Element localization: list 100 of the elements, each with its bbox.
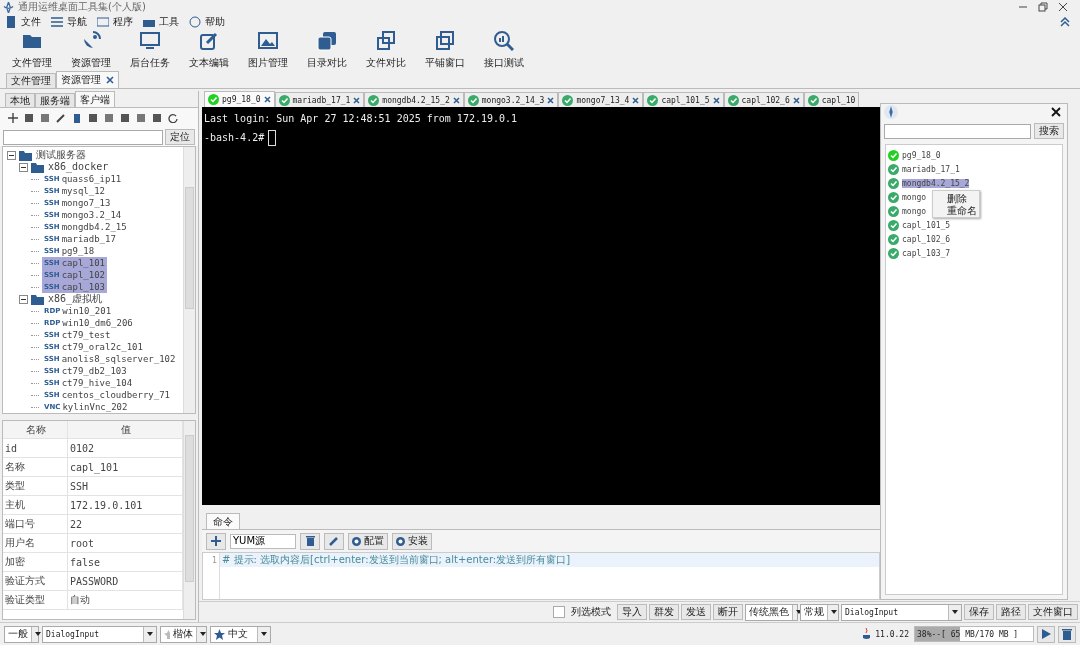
menu-item[interactable]: 删除	[947, 192, 967, 206]
terminal-tab[interactable]: capl_10	[803, 92, 860, 107]
collapse-icon[interactable]	[1060, 17, 1070, 27]
toolbar-button[interactable]: 群发	[649, 604, 679, 620]
document-tab[interactable]: 资源管理	[56, 71, 119, 88]
session-item[interactable]: capl_101_5	[902, 220, 951, 230]
edit-button[interactable]	[324, 532, 344, 550]
close-icon[interactable]	[1058, 2, 1068, 12]
menu-item[interactable]: 导航	[48, 14, 90, 30]
toolbar-button[interactable]: 文件对比	[356, 30, 415, 70]
star-icon	[214, 628, 225, 640]
collapse-toggle-icon[interactable]	[7, 150, 16, 160]
radio-icon	[396, 536, 405, 546]
terminal-tab[interactable]: mongdb4.2_15_2	[364, 92, 464, 107]
command-button[interactable]: 配置	[348, 532, 388, 550]
table-cell: id	[3, 439, 68, 457]
toolbar-button[interactable]: 资源管理	[61, 30, 120, 70]
close-icon[interactable]	[263, 96, 271, 103]
document-tab[interactable]: 文件管理	[6, 73, 56, 88]
session-item[interactable]: mongo	[902, 206, 927, 216]
tree-item[interactable]: x86_docker	[47, 161, 110, 173]
terminal-text: Last login: Sun Apr 27 12:48:51 2025 from 172.19.0.1	[204, 113, 518, 124]
toolbar-button[interactable]: 保存	[964, 604, 994, 620]
terminal-tab[interactable]: mongo7_13_4	[558, 92, 644, 107]
toolbar-button[interactable]: 导入	[617, 604, 647, 620]
restore-icon[interactable]	[1038, 2, 1048, 12]
font-dropdown[interactable]: DialogInput	[42, 625, 157, 643]
close-icon[interactable]	[1051, 107, 1061, 117]
search-button[interactable]: 搜索	[1034, 123, 1064, 139]
pencil-icon	[329, 536, 339, 546]
command-name-field[interactable]: YUM源	[230, 533, 296, 549]
terminal-tab[interactable]: pg9_18_0	[204, 91, 275, 107]
scrollbar[interactable]	[183, 147, 195, 413]
play-button[interactable]	[1037, 625, 1055, 643]
toolbar-button[interactable]: 目录对比	[297, 30, 356, 70]
font-style-dropdown[interactable]: 楷体	[160, 625, 207, 643]
session-item[interactable]: pg9_18_0	[902, 150, 941, 160]
check-circle-icon	[208, 94, 219, 105]
session-item[interactable]: mongdb4.2_15_2	[902, 178, 970, 188]
panel-tab[interactable]: 服务端	[35, 93, 75, 107]
collapse-toggle-icon[interactable]	[19, 162, 28, 172]
command-button[interactable]: 安装	[392, 532, 432, 550]
toolbar-button[interactable]: 平铺窗口	[415, 30, 474, 70]
font-dropdown[interactable]: DialogInput	[841, 603, 962, 621]
app-logo-icon	[884, 105, 898, 119]
collapse-toggle-icon[interactable]	[19, 294, 28, 304]
check-circle-icon	[467, 94, 479, 106]
command-tab[interactable]: 命令	[206, 513, 240, 529]
session-item[interactable]: capl_102_6	[902, 234, 951, 244]
tree-item[interactable]: 测试服务器	[35, 149, 87, 161]
terminal-tab[interactable]: mongo3.2_14_3	[463, 92, 559, 107]
menu-item[interactable]: 帮助	[186, 14, 228, 30]
style-dropdown[interactable]: 常规	[800, 603, 839, 621]
refresh-icon[interactable]	[168, 113, 178, 123]
checkbox[interactable]	[553, 606, 565, 618]
terminal-tab[interactable]: capl_102_6	[723, 92, 804, 107]
trash-icon	[305, 536, 315, 546]
locate-button[interactable]: 定位	[165, 129, 195, 145]
close-icon[interactable]	[106, 76, 114, 84]
add-button[interactable]	[206, 532, 226, 550]
toolbar-button[interactable]: 文本编辑	[179, 30, 238, 70]
session-item[interactable]: capl_103_7	[902, 248, 951, 258]
chart-search-icon	[493, 30, 514, 51]
menu-item[interactable]: 文件	[2, 14, 44, 30]
pencil-icon[interactable]	[56, 113, 66, 123]
toolbar-button[interactable]: 文件管理	[2, 30, 61, 70]
level-dropdown[interactable]: 一般	[4, 625, 39, 643]
checkbox-label: 列选模式	[571, 605, 611, 619]
session-item[interactable]: mongo	[902, 192, 927, 202]
toolbar-button[interactable]: 接口测试	[474, 30, 533, 70]
scrollbar[interactable]	[183, 421, 195, 619]
trash-icon[interactable]	[72, 113, 82, 123]
menu-item[interactable]: 重命名	[947, 204, 977, 218]
toolbar-button[interactable]: 文件窗口	[1028, 604, 1078, 620]
toolbar-button[interactable]: 后台任务	[120, 30, 179, 70]
trash-button[interactable]	[1058, 625, 1076, 643]
language-dropdown[interactable]: 中文	[210, 625, 271, 643]
plus-icon[interactable]	[8, 113, 18, 123]
tree-item[interactable]: x86_虚拟机	[47, 293, 104, 305]
menu-item[interactable]: 工具	[140, 14, 182, 30]
toolbar-button[interactable]: 断开	[713, 604, 743, 620]
toolbar-button[interactable]: 发送	[681, 604, 711, 620]
terminal-tab[interactable]: capl_101_5	[643, 92, 724, 107]
delete-button[interactable]	[300, 532, 320, 550]
panel-tab[interactable]: 客户端	[75, 91, 115, 107]
search-field[interactable]	[884, 123, 1031, 139]
search-field[interactable]	[3, 129, 163, 145]
toolbar-button[interactable]: 图片管理	[238, 30, 297, 70]
column-header: 名称	[3, 421, 68, 438]
text-cursor	[268, 130, 277, 146]
check-circle-icon	[368, 94, 380, 106]
image-icon	[257, 30, 278, 51]
terminal-tab[interactable]: mariadb_17_1	[274, 92, 365, 107]
toolbar-button[interactable]: 路径	[996, 604, 1026, 620]
menu-item[interactable]: 程序	[94, 14, 136, 30]
terminal[interactable]: Last login: Sun Apr 27 12:48:51 2025 from 172.19.0.1 -bash-4.2#	[202, 107, 880, 505]
table-cell: 验证类型	[3, 591, 68, 609]
panel-tab[interactable]: 本地	[5, 93, 35, 107]
session-item[interactable]: mariadb_17_1	[902, 164, 960, 174]
theme-dropdown[interactable]: 传统黑色	[745, 603, 798, 621]
